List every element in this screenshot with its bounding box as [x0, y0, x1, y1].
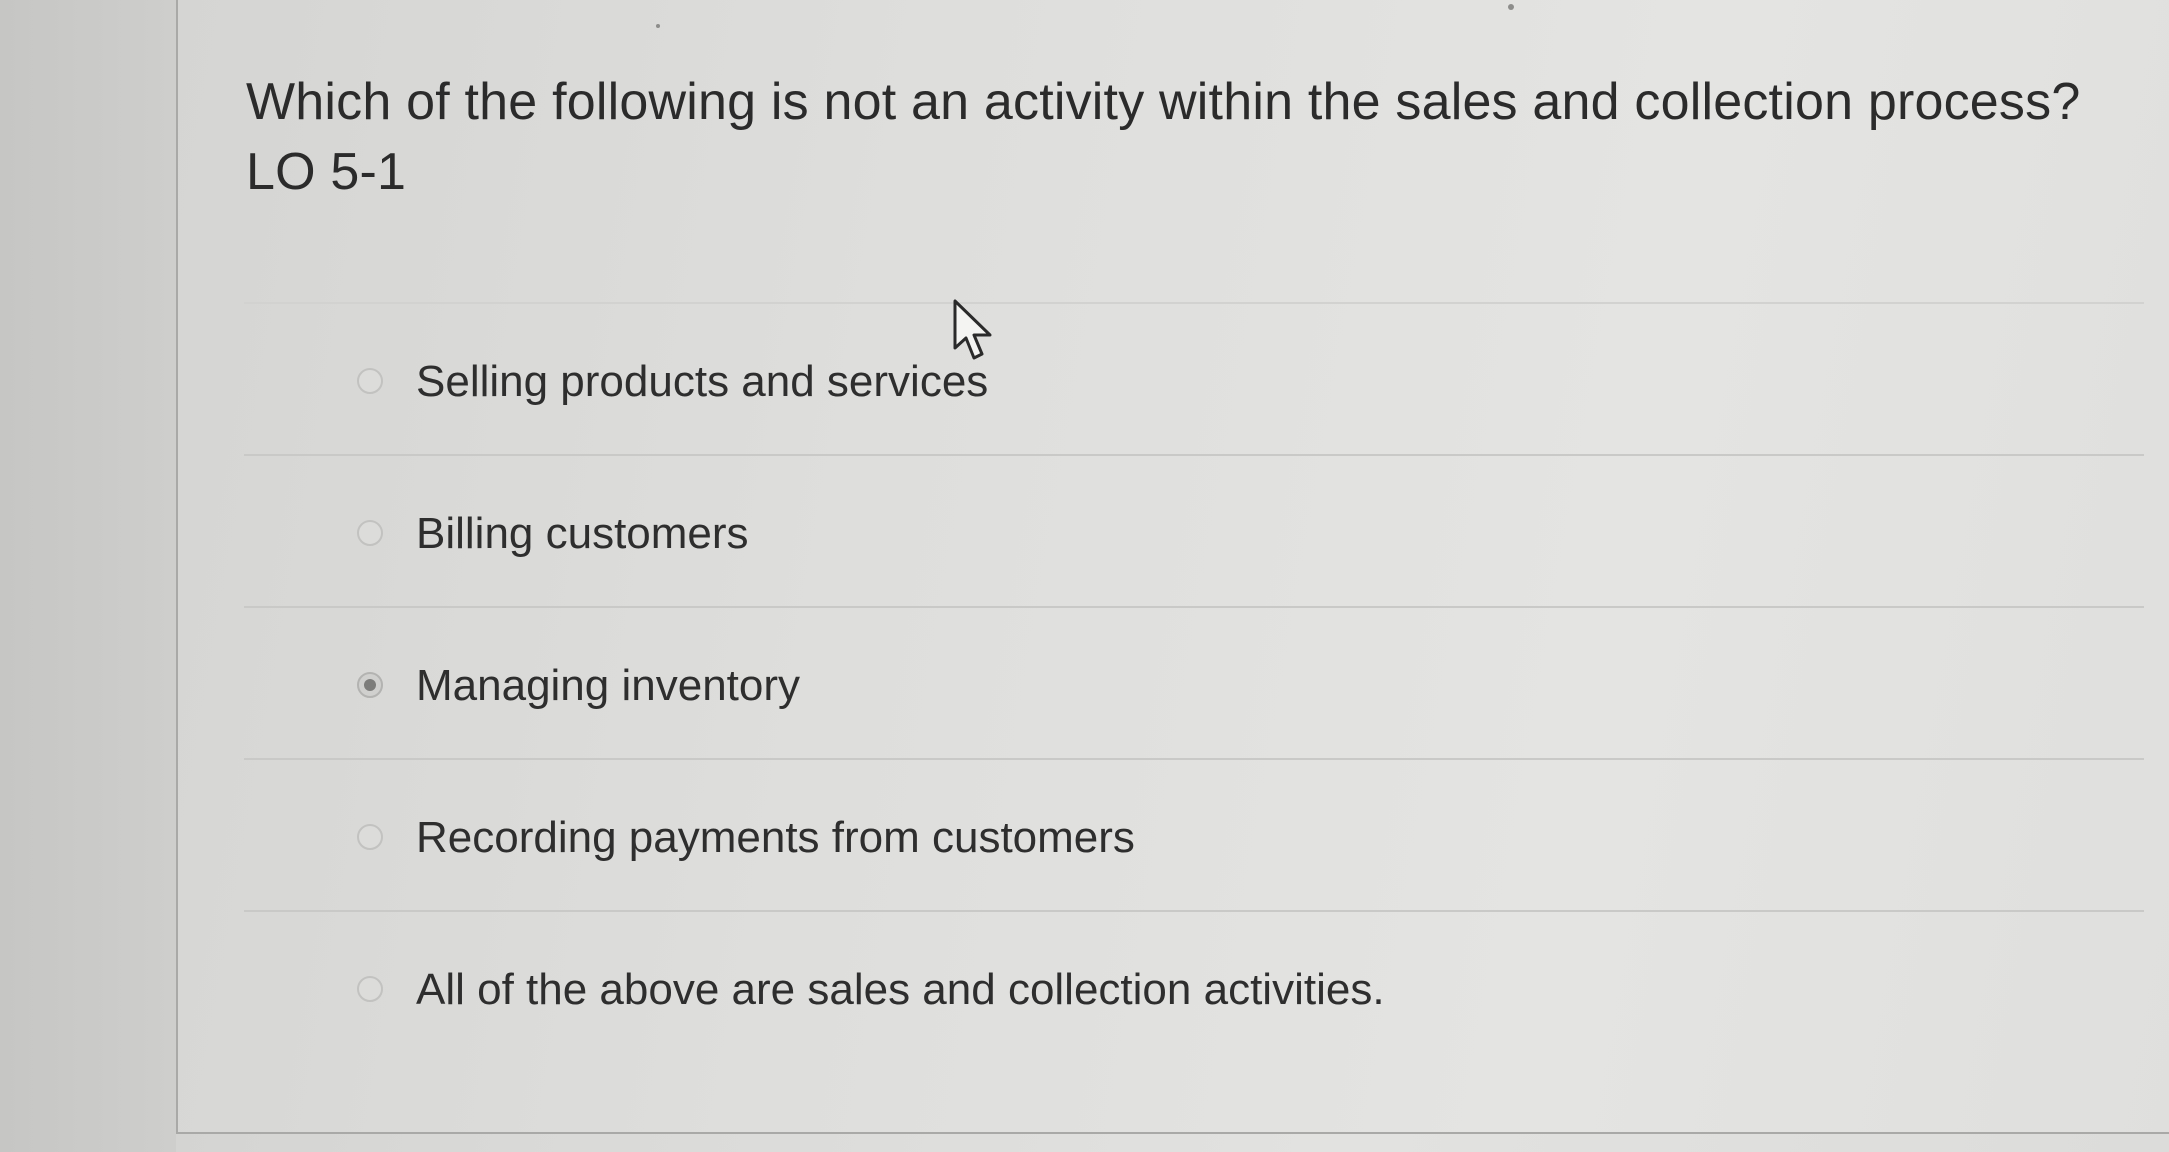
radio-button[interactable]	[357, 520, 383, 546]
radio-button[interactable]	[357, 976, 383, 1002]
answer-label[interactable]: Recording payments from customers	[416, 812, 1135, 864]
question-card: Which of the following is not an activit…	[176, 0, 2169, 1134]
radio-button[interactable]	[357, 824, 383, 850]
question-text: Which of the following is not an activit…	[246, 70, 2080, 204]
screen-speck	[656, 24, 660, 28]
answer-option[interactable]: Selling products and services	[244, 302, 2144, 454]
screen-speck	[1508, 4, 1514, 10]
radio-button[interactable]	[357, 368, 383, 394]
answer-label[interactable]: All of the above are sales and collectio…	[416, 964, 1385, 1016]
answer-label[interactable]: Billing customers	[416, 508, 749, 560]
answer-label[interactable]: Selling products and services	[416, 356, 988, 408]
learning-objective: LO 5-1	[246, 143, 407, 201]
page-margin	[0, 0, 176, 1152]
mouse-pointer-icon	[953, 299, 992, 360]
answer-option[interactable]: Billing customers	[244, 454, 2144, 606]
answer-list: Selling products and services Billing cu…	[244, 302, 2144, 1062]
answer-option[interactable]: Recording payments from customers	[244, 758, 2144, 910]
answer-option-selected[interactable]: Managing inventory	[244, 606, 2144, 758]
answer-option[interactable]: All of the above are sales and collectio…	[244, 910, 2144, 1062]
question-prompt: Which of the following is not an activit…	[246, 73, 2081, 131]
radio-button-selected[interactable]	[357, 672, 383, 698]
screen: Which of the following is not an activit…	[0, 0, 2169, 1152]
answer-label[interactable]: Managing inventory	[416, 660, 800, 712]
